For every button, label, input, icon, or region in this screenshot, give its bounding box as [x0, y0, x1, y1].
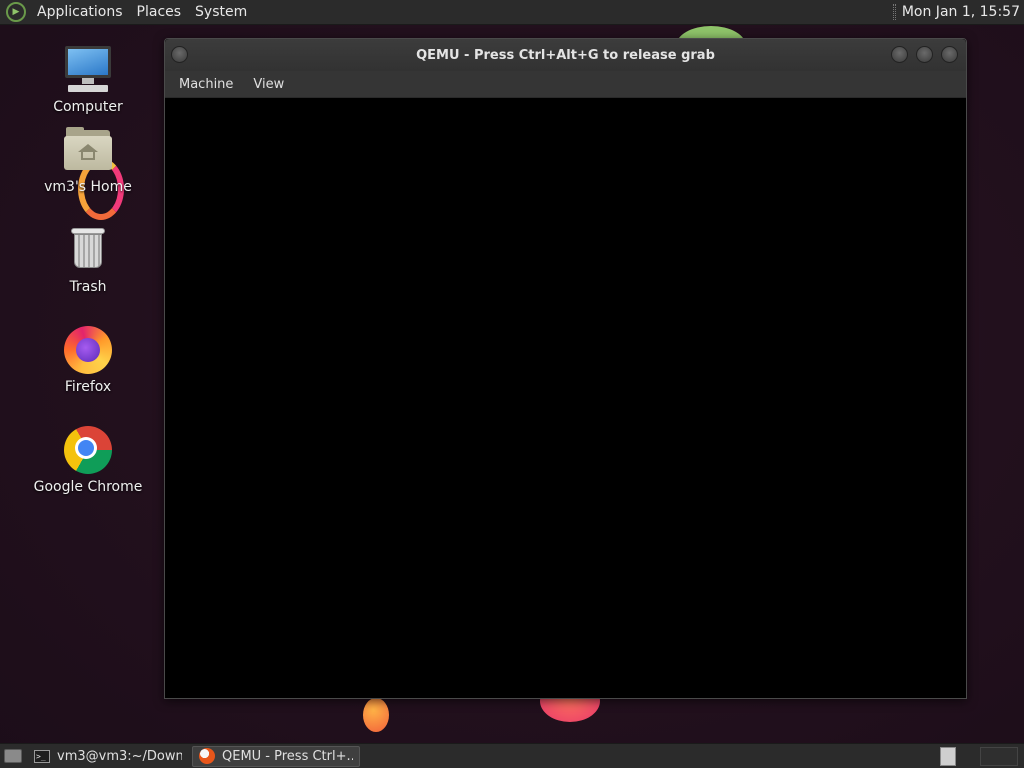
desktop-icon-label: Trash — [69, 279, 107, 295]
panel-grip-handle[interactable] — [892, 4, 896, 20]
window-menu-button[interactable] — [171, 46, 188, 63]
menu-places[interactable]: Places — [130, 0, 189, 25]
taskbar-item-terminal[interactable]: >_ vm3@vm3:~/Downl... — [28, 746, 188, 767]
home-folder-icon — [62, 124, 114, 176]
terminal-icon: >_ — [34, 749, 50, 763]
mate-menu-icon[interactable]: ▶ — [6, 2, 26, 22]
desktop-icon-label: Google Chrome — [33, 479, 143, 495]
maximize-button[interactable] — [916, 46, 933, 63]
wallpaper-blob-orange — [363, 698, 389, 732]
guest-display[interactable] — [165, 98, 966, 698]
workspace-2[interactable] — [980, 747, 1018, 766]
desktop-icon-label: vm3's Home — [44, 179, 132, 195]
menu-machine[interactable]: Machine — [169, 77, 243, 92]
desktop-icon-computer[interactable]: Computer — [28, 44, 148, 115]
desktop-icon-label: Firefox — [64, 379, 112, 395]
menu-system[interactable]: System — [188, 0, 254, 25]
minimize-button[interactable] — [891, 46, 908, 63]
menu-applications[interactable]: Applications — [30, 0, 130, 25]
bottom-panel: >_ vm3@vm3:~/Downl... QEMU - Press Ctrl+… — [0, 743, 1024, 768]
menu-view[interactable]: View — [243, 77, 294, 92]
close-button[interactable] — [941, 46, 958, 63]
top-panel: ▶ Applications Places System Mon Jan 1, … — [0, 0, 1024, 25]
window-titlebar[interactable]: QEMU - Press Ctrl+Alt+G to release grab — [165, 39, 966, 71]
window-menubar: Machine View — [165, 71, 966, 98]
desktop-icon-home[interactable]: vm3's Home — [28, 124, 148, 195]
clock[interactable]: Mon Jan 1, 15:57 — [902, 4, 1020, 20]
window-title: QEMU - Press Ctrl+Alt+G to release grab — [416, 47, 715, 63]
desktop-icon-firefox[interactable]: Firefox — [28, 324, 148, 395]
desktop-icon-chrome[interactable]: Google Chrome — [28, 424, 148, 495]
taskbar-item-label: QEMU - Press Ctrl+... — [222, 748, 353, 764]
trash-icon — [62, 224, 114, 276]
qemu-icon — [199, 748, 215, 764]
computer-icon — [62, 44, 114, 96]
taskbar-item-label: vm3@vm3:~/Downl... — [57, 748, 182, 764]
workspace-1[interactable] — [940, 747, 956, 766]
show-desktop-icon[interactable] — [4, 749, 22, 763]
taskbar-item-qemu[interactable]: QEMU - Press Ctrl+... — [192, 745, 360, 767]
desktop-icon-trash[interactable]: Trash — [28, 224, 148, 295]
qemu-window: QEMU - Press Ctrl+Alt+G to release grab … — [164, 38, 967, 699]
firefox-icon — [62, 324, 114, 376]
chrome-icon — [62, 424, 114, 476]
desktop-icon-label: Computer — [53, 99, 123, 115]
